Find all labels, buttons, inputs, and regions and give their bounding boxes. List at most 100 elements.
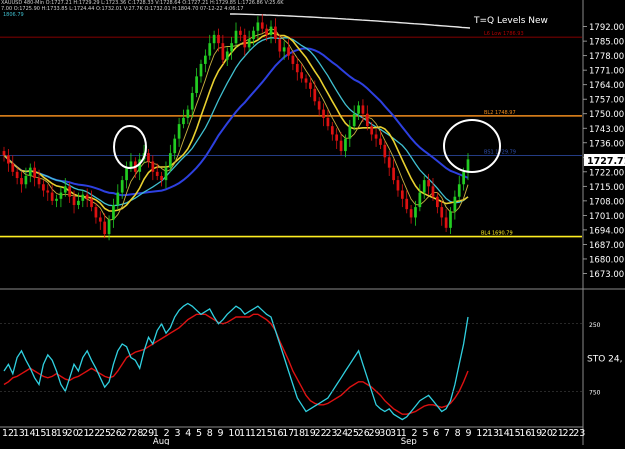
- candle-body: [20, 178, 23, 185]
- candle-body: [357, 105, 360, 114]
- candle-body: [269, 26, 273, 35]
- price-tick-label: 1694.00: [589, 226, 624, 236]
- price-tick-label: 1764.00: [589, 81, 624, 91]
- candle-body: [274, 26, 277, 40]
- header-line-2: 7.00 O:1725.90 H:1733.85 L:1724.44 O:173…: [1, 6, 244, 12]
- stoch-fast-line: [3, 302, 469, 421]
- candle-body: [50, 192, 54, 201]
- candle-body: [309, 82, 312, 89]
- price-tick-label: 1701.00: [589, 212, 624, 222]
- time-tick-label: 5: [422, 428, 428, 439]
- candle-body: [339, 140, 343, 152]
- price-tick-label: 1771.00: [589, 67, 624, 77]
- candle-body: [239, 30, 242, 35]
- chart-title: T=Q Levels New: [474, 16, 548, 26]
- candle-body: [37, 178, 41, 185]
- candle-body: [466, 159, 470, 172]
- candle-body: [63, 186, 67, 193]
- ma-blue-line: [3, 47, 469, 197]
- candle-body: [177, 124, 181, 139]
- price-tick-label: 1687.00: [589, 241, 624, 251]
- candle-body: [326, 117, 330, 127]
- candle-body: [247, 39, 251, 48]
- candle-body: [409, 209, 413, 218]
- candle-body: [24, 175, 28, 185]
- candle-body: [348, 126, 352, 139]
- candle-body: [457, 184, 461, 197]
- current-price-label: 1727.71: [587, 156, 625, 167]
- time-tick-label: 8: [455, 428, 461, 439]
- candle-body: [190, 92, 194, 110]
- candle-body: [11, 163, 15, 172]
- candle-body: [77, 200, 80, 206]
- candle-body: [2, 151, 6, 156]
- candle-body: [42, 184, 45, 191]
- price-tick-label: 1792.00: [589, 23, 624, 33]
- candle-body: [129, 161, 133, 168]
- time-tick-label: 23: [573, 428, 585, 439]
- candle-body: [85, 194, 89, 199]
- candle-body: [230, 43, 233, 52]
- candle-body: [94, 207, 98, 218]
- candle-body: [436, 196, 439, 208]
- month-label: Aug: [153, 437, 170, 445]
- candle-body: [199, 63, 203, 77]
- candle-body: [414, 207, 417, 218]
- price-tick-label: 1778.00: [589, 52, 624, 62]
- candle-body: [28, 167, 32, 176]
- candle-body: [278, 39, 282, 52]
- candle-body: [322, 109, 325, 118]
- candle-body: [217, 34, 220, 44]
- candle-body: [256, 22, 260, 31]
- candle-body: [147, 153, 150, 162]
- candle-body: [287, 47, 290, 56]
- candle-body: [444, 217, 448, 228]
- candle-body: [116, 192, 120, 206]
- candle-body: [365, 113, 369, 127]
- stoch-name-label: STO 24,: [587, 355, 622, 365]
- candle-body: [431, 186, 435, 197]
- candle-body: [418, 192, 422, 208]
- candle-body: [304, 78, 308, 83]
- candle-body: [453, 196, 457, 212]
- level-label-0: L6 Low 1786.93: [484, 31, 524, 37]
- candle-body: [81, 194, 85, 201]
- price-tick-label: 1736.00: [589, 139, 624, 149]
- stoch-tick-label: 250: [589, 322, 601, 329]
- highlight-circle: [443, 119, 501, 173]
- candle-body: [173, 138, 177, 154]
- candle-body: [260, 22, 264, 29]
- candle-body: [387, 157, 391, 168]
- price-tick-label: 1743.00: [589, 125, 624, 135]
- candle-body: [335, 134, 339, 141]
- candle-body: [212, 34, 216, 44]
- candle-body: [182, 117, 185, 125]
- candle-body: [383, 144, 387, 158]
- candle-body: [317, 101, 321, 110]
- price-tick-label: 1757.00: [589, 96, 624, 106]
- month-label: Sep: [401, 437, 417, 445]
- candle-body: [344, 138, 347, 152]
- level-label-1: BL2 1748.97: [484, 110, 516, 116]
- candle-body: [221, 43, 225, 60]
- candle-body: [405, 198, 409, 210]
- time-tick-label: 8: [207, 428, 213, 439]
- candle-body: [186, 109, 190, 118]
- time-tick-label: 5: [196, 428, 202, 439]
- candle-body: [282, 47, 286, 52]
- price-tick-label: 1722.00: [589, 168, 624, 178]
- candle-body: [107, 219, 111, 235]
- candle-body: [103, 221, 107, 235]
- candle-body: [396, 180, 400, 191]
- candle-body: [291, 55, 295, 64]
- candle-body: [300, 72, 304, 79]
- candle-body: [422, 180, 426, 193]
- candle-body: [352, 113, 356, 127]
- candle-body: [160, 175, 163, 181]
- candle-body: [46, 190, 50, 193]
- candle-body: [164, 167, 168, 181]
- price-tick-label: 1708.00: [589, 197, 624, 207]
- price-tick-label: 1785.00: [589, 38, 624, 48]
- time-tick-label: 9: [465, 428, 471, 439]
- candle-body: [151, 161, 155, 172]
